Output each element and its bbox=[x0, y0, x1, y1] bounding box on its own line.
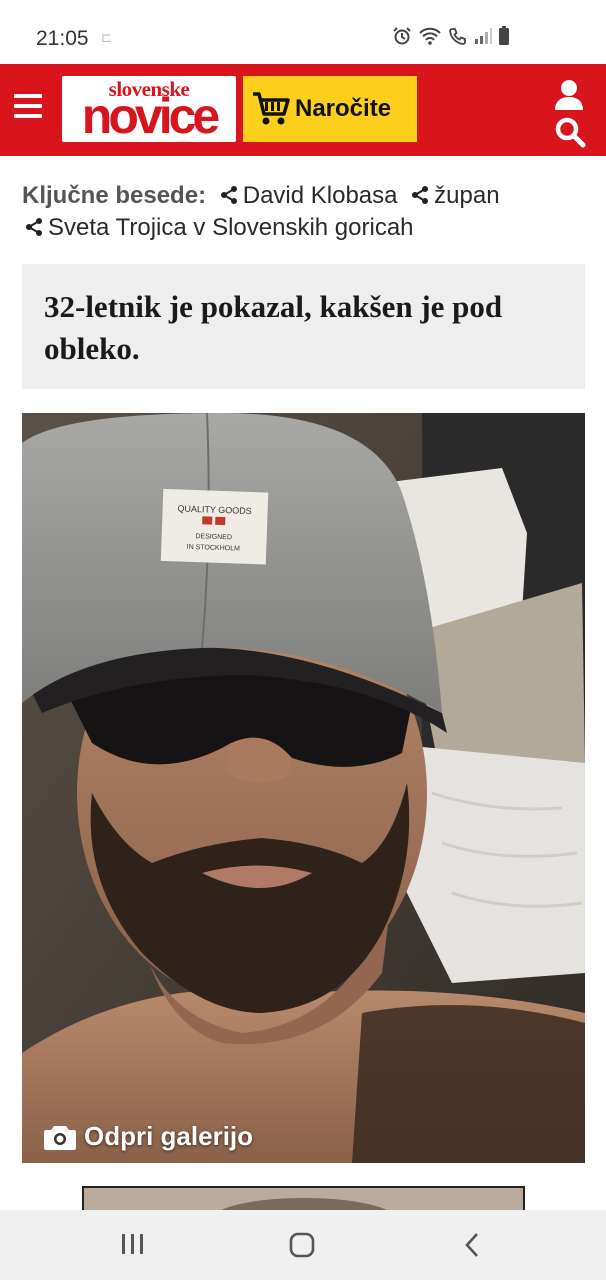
call-icon bbox=[449, 28, 466, 45]
cap-label-line2: DESIGNED bbox=[195, 533, 232, 541]
status-bar: 21:05 ⊏ bbox=[0, 0, 606, 64]
cart-icon bbox=[253, 92, 290, 125]
home-icon[interactable] bbox=[288, 1232, 316, 1258]
share-icon bbox=[26, 218, 42, 236]
site-logo[interactable]: slovenske novice bbox=[62, 76, 236, 142]
camera-icon bbox=[44, 1125, 76, 1150]
system-nav-bar bbox=[0, 1210, 606, 1280]
open-gallery-button[interactable]: Odpri galerijo bbox=[44, 1121, 253, 1152]
search-icon[interactable] bbox=[554, 116, 586, 148]
keyword-text: Sveta Trojica v Slovenskih goricah bbox=[48, 214, 414, 241]
status-indicator: ⊏ bbox=[101, 30, 112, 45]
keyword-link[interactable]: Sveta Trojica v Slovenskih goricah bbox=[22, 214, 414, 241]
keywords-label: Ključne besede: bbox=[22, 182, 207, 209]
quote-text: 32-letnik je pokazal, kakšen je pod oble… bbox=[44, 289, 503, 366]
site-header: slovenske novice Naročite bbox=[0, 64, 606, 156]
keyword-text: župan bbox=[434, 182, 500, 209]
status-time: 21:05 bbox=[36, 27, 89, 50]
keyword-link[interactable]: župan bbox=[404, 182, 500, 209]
article-photo[interactable]: QUALITY GOODS DESIGNED IN STOCKHOLM Odpr… bbox=[22, 413, 585, 1163]
order-label: Naročite bbox=[295, 95, 392, 122]
recents-icon[interactable] bbox=[120, 1232, 146, 1256]
wifi-icon bbox=[419, 27, 441, 45]
signal-icon bbox=[475, 28, 492, 44]
back-icon[interactable] bbox=[462, 1232, 482, 1258]
quote-box: 32-letnik je pokazal, kakšen je pod oble… bbox=[22, 264, 585, 389]
keyword-text: David Klobasa bbox=[242, 182, 398, 209]
gallery-label: Odpri galerijo bbox=[84, 1121, 254, 1151]
photo-illustration: QUALITY GOODS DESIGNED IN STOCKHOLM bbox=[22, 413, 585, 1163]
keyword-link[interactable]: David Klobasa bbox=[213, 182, 398, 209]
share-icon bbox=[412, 186, 429, 204]
menu-button[interactable] bbox=[14, 94, 42, 118]
user-icon[interactable] bbox=[553, 78, 585, 112]
battery-icon bbox=[499, 26, 509, 45]
keywords: Ključne besede: David Klobasa župan Svet… bbox=[22, 180, 592, 244]
alarm-icon bbox=[393, 27, 411, 45]
status-icons bbox=[392, 26, 510, 46]
menu-icon bbox=[14, 94, 42, 98]
logo-main-text: novice bbox=[81, 88, 220, 144]
share-icon bbox=[220, 186, 237, 204]
order-button[interactable]: Naročite bbox=[243, 76, 417, 142]
